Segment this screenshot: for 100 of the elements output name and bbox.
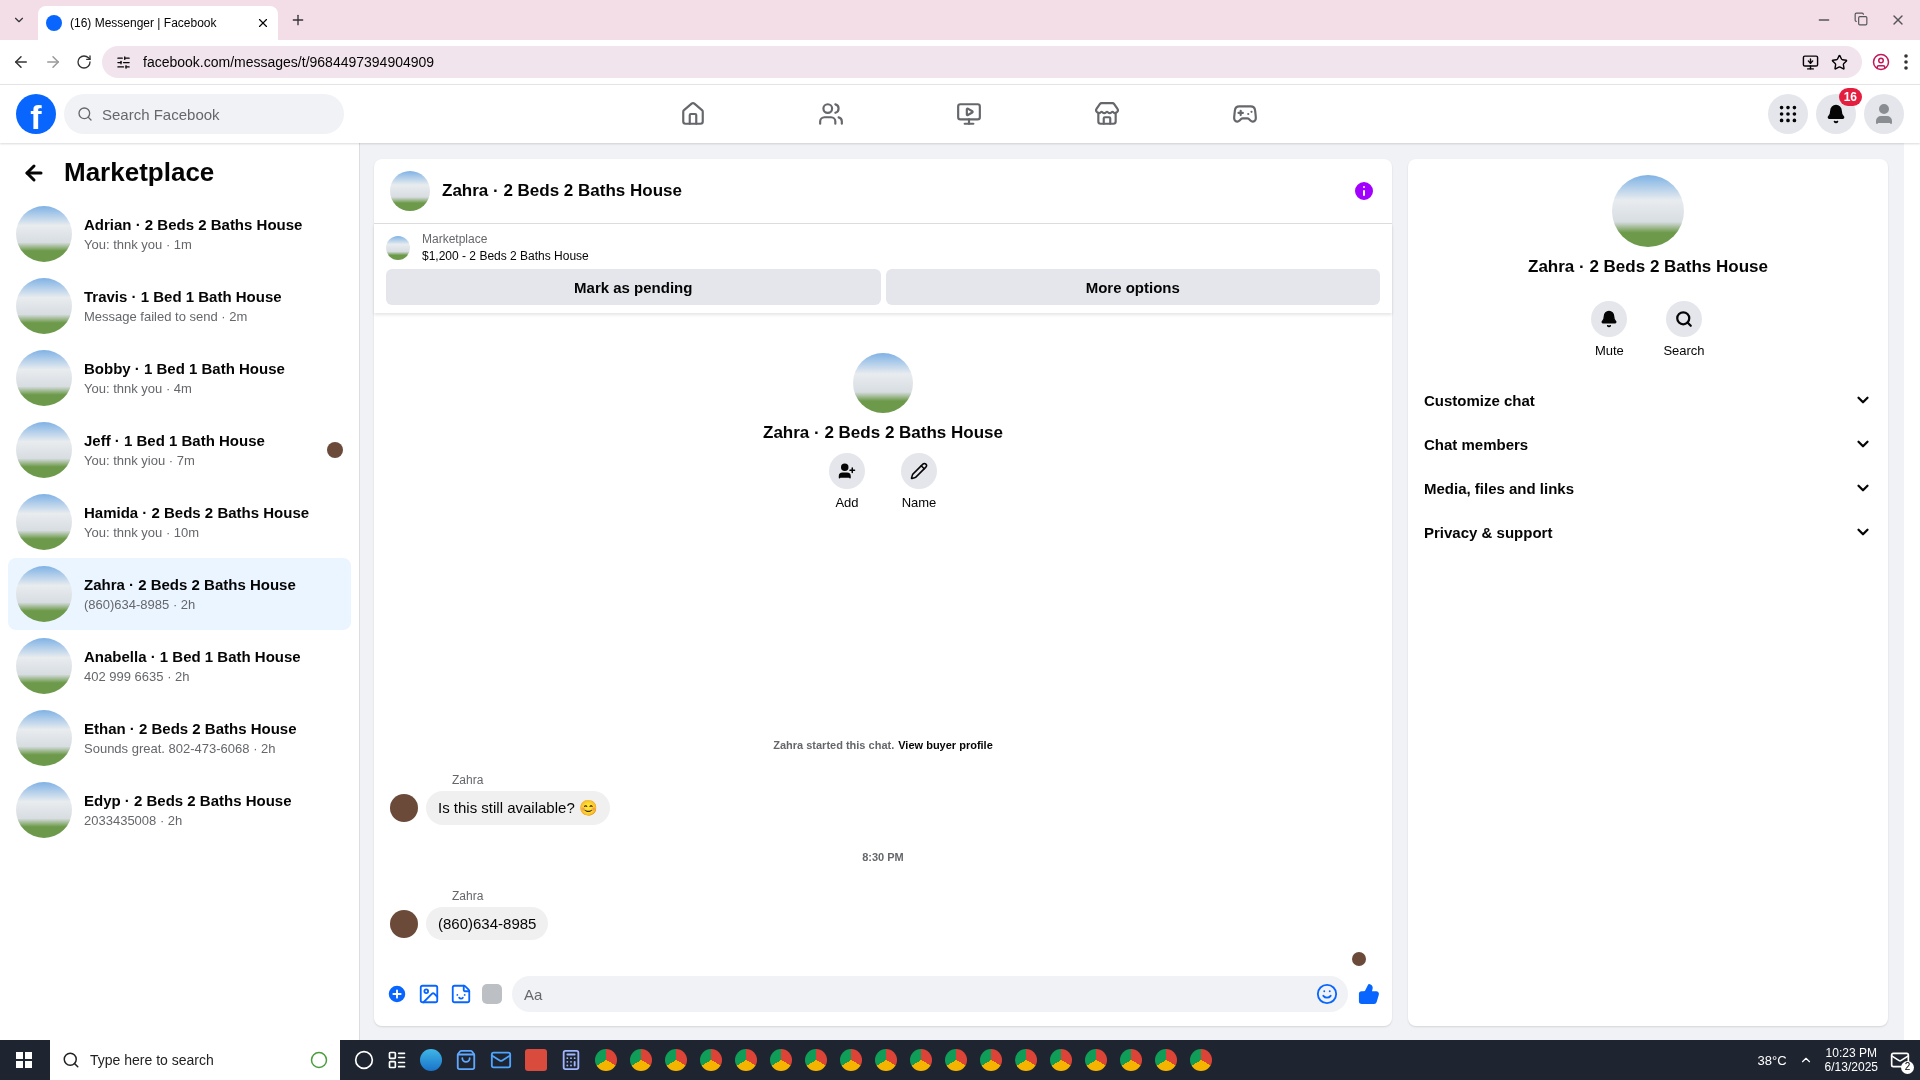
browser-tab[interactable]: (16) Messenger | Facebook — [38, 6, 278, 40]
back-icon — [12, 53, 30, 71]
name-button[interactable] — [901, 453, 937, 489]
taskbar-search-field[interactable]: Type here to search — [50, 1040, 340, 1080]
sender-name: Zahra — [452, 889, 485, 903]
facebook-logo[interactable]: f — [16, 94, 56, 134]
chat-item[interactable]: Hamida · 2 Beds 2 Baths House You: thnk you · 10m — [8, 486, 351, 558]
account-button[interactable] — [1864, 94, 1904, 134]
chat-item[interactable]: Anabella · 1 Bed 1 Bath House 402 999 6635 · 2h — [8, 630, 351, 702]
chat-item[interactable]: Travis · 1 Bed 1 Bath House Message failed to send · 2m — [8, 270, 351, 342]
action-label: Mute — [1594, 343, 1624, 358]
browser-icon[interactable] — [910, 1049, 932, 1071]
chat-item[interactable]: Ethan · 2 Beds 2 Baths House Sounds great. 802-473-6068 · 2h — [8, 702, 351, 774]
search-button[interactable] — [1666, 301, 1702, 337]
action-button[interactable]: More options — [885, 269, 1380, 305]
search-icon — [77, 106, 93, 122]
widget-icon[interactable] — [310, 1051, 328, 1069]
plus-icon[interactable] — [386, 983, 408, 1005]
chat-name: Anabella · 1 Bed 1 Bath House — [84, 648, 302, 665]
browser-icon[interactable] — [630, 1049, 652, 1071]
chat-preview: You: thnk you · 4m — [84, 381, 193, 396]
photo-placeholder — [16, 782, 72, 838]
browser-icon[interactable] — [1050, 1049, 1072, 1071]
action-label: Add — [835, 495, 859, 510]
section-toggle[interactable]: Media, files and links — [1408, 466, 1888, 510]
cortana-icon[interactable] — [354, 1050, 374, 1070]
browser-icon[interactable] — [770, 1049, 792, 1071]
favicon-icon — [46, 15, 62, 31]
action-label: Search — [1663, 343, 1705, 358]
chat-item[interactable]: Edyp · 2 Beds 2 Baths House 2033435008 · 2h — [8, 774, 351, 846]
site-info-icon[interactable] — [116, 54, 131, 70]
close-icon[interactable] — [256, 16, 270, 30]
restore-icon[interactable] — [1854, 12, 1868, 26]
info-icon[interactable] — [1352, 179, 1376, 203]
chat-preview: Message failed to send · 2m — [84, 309, 249, 324]
browser-icon[interactable] — [1085, 1049, 1107, 1071]
notification-center-icon[interactable] — [1890, 1050, 1910, 1070]
browser-icon[interactable] — [420, 1049, 442, 1071]
chat-preview: You: thnk you · 10m — [84, 525, 201, 540]
browser-icon[interactable] — [665, 1049, 687, 1071]
home-icon — [680, 101, 706, 127]
scrollbar[interactable] — [1904, 143, 1920, 1040]
browser-icon[interactable] — [700, 1049, 722, 1071]
photo-placeholder — [16, 638, 72, 694]
chat-name: Edyp · 2 Beds 2 Baths House — [84, 792, 293, 809]
address-bar[interactable]: facebook.com/messages/t/9684497394904909 — [102, 46, 1862, 78]
photo-placeholder — [16, 494, 72, 550]
browser-icon[interactable] — [875, 1049, 897, 1071]
thumbs-up-icon[interactable] — [1358, 983, 1380, 1005]
browser-icon[interactable] — [595, 1049, 617, 1071]
notifications-button[interactable] — [1816, 94, 1856, 134]
chat-preview: You: thnk you · 1m — [84, 237, 193, 252]
mute-button[interactable] — [1591, 301, 1628, 337]
chat-preview: You: thnk yiou · 7m — [84, 453, 196, 468]
buyer-profile-link[interactable]: View buyer profile — [898, 739, 993, 751]
chat-item[interactable]: Bobby · 1 Bed 1 Bath House You: thnk you · 4m — [8, 342, 351, 414]
chat-item[interactable]: Zahra · 2 Beds 2 Baths House (860)634-8985 · 2h — [8, 558, 351, 630]
calculator-icon[interactable] — [560, 1049, 582, 1071]
browser-icon[interactable] — [1120, 1049, 1142, 1071]
browser-icon[interactable] — [735, 1049, 757, 1071]
task-view-icon[interactable] — [387, 1050, 407, 1070]
photo-placeholder — [16, 350, 72, 406]
chat-preview: (860)634-8985 · 2h — [84, 597, 197, 612]
section-toggle[interactable]: Customize chat — [1408, 378, 1888, 422]
message-field[interactable]: Aa — [512, 976, 1348, 1012]
chat-name: Hamida · 2 Beds 2 Baths House — [84, 504, 311, 521]
browser-icon[interactable] — [1190, 1049, 1212, 1071]
photo-placeholder — [16, 278, 72, 334]
chat-title: Zahra · 2 Beds 2 Baths House — [763, 423, 1003, 443]
photo-placeholder — [390, 171, 430, 211]
clock-date[interactable]: 6/13/2025 — [1824, 1060, 1878, 1074]
menu-button[interactable] — [1768, 94, 1808, 134]
star-icon[interactable] — [1831, 53, 1848, 71]
photo-placeholder — [853, 353, 913, 413]
friends-icon — [818, 101, 844, 127]
browser-icon[interactable] — [980, 1049, 1002, 1071]
browser-icon[interactable] — [1015, 1049, 1037, 1071]
browser-icon[interactable] — [1155, 1049, 1177, 1071]
mail-icon[interactable] — [490, 1049, 512, 1071]
reload-icon — [76, 54, 92, 70]
browser-icon[interactable] — [945, 1049, 967, 1071]
search-icon — [62, 1051, 80, 1069]
weather-reading[interactable]: 38°C — [1757, 1052, 1787, 1068]
emoji-icon[interactable] — [1316, 983, 1338, 1005]
search-field[interactable]: Search Facebook — [64, 94, 344, 134]
section-toggle[interactable]: Chat members — [1408, 422, 1888, 466]
install-icon[interactable] — [1802, 53, 1819, 71]
action-button[interactable]: Mark as pending — [386, 269, 881, 305]
chat-item[interactable]: Jeff · 1 Bed 1 Bath House You: thnk yiou · 7m — [8, 414, 351, 486]
store-icon[interactable] — [455, 1049, 477, 1071]
browser-icon[interactable] — [805, 1049, 827, 1071]
photo-placeholder — [16, 710, 72, 766]
chat-item[interactable]: Adrian · 2 Beds 2 Baths House You: thnk you · 1m — [8, 198, 351, 270]
sticker-icon[interactable] — [450, 983, 472, 1005]
section-toggle[interactable]: Privacy & support — [1408, 510, 1888, 554]
clock-time[interactable]: 10:23 PM — [1825, 1046, 1877, 1060]
add-button[interactable] — [829, 453, 865, 489]
browser-icon[interactable] — [840, 1049, 862, 1071]
image-icon[interactable] — [418, 983, 440, 1005]
grid-icon — [1777, 103, 1799, 125]
